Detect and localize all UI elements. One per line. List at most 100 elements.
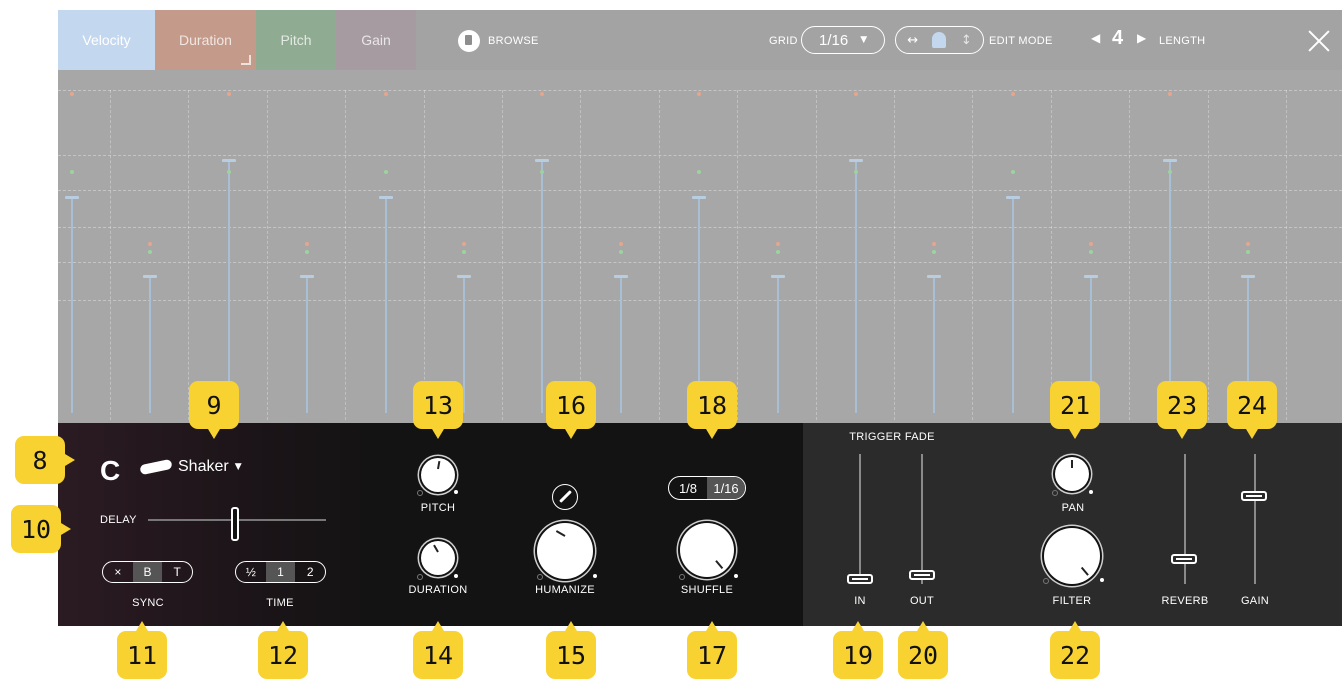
velocity-bar-handle[interactable] — [300, 275, 315, 278]
velocity-bar-handle[interactable] — [849, 159, 863, 162]
pencil-icon[interactable] — [552, 484, 578, 510]
velocity-bar-handle[interactable] — [221, 159, 236, 162]
knob-max-mark — [734, 574, 738, 578]
grid-line — [1129, 90, 1131, 420]
pitch-dot — [618, 250, 623, 254]
tab-duration-label: Duration — [179, 32, 232, 48]
grid-line — [1050, 90, 1052, 420]
humanize-knob[interactable] — [537, 523, 593, 579]
tab-velocity[interactable]: Velocity — [58, 10, 155, 70]
vertical-arrows-icon[interactable]: ↕ — [961, 33, 972, 48]
grid-line — [815, 90, 817, 420]
browse-button[interactable]: BROWSE — [458, 30, 539, 52]
step-editor: Velocity Duration Pitch Gain BROWSE GRID… — [58, 10, 1342, 626]
velocity-bar-handle[interactable] — [613, 275, 628, 278]
fade-in-handle[interactable] — [847, 574, 873, 584]
tab-gain[interactable]: Gain — [336, 10, 416, 70]
velocity-bar-handle[interactable] — [692, 196, 707, 199]
time-label: TIME — [266, 597, 294, 609]
velocity-bar[interactable] — [227, 160, 230, 413]
velocity-bar[interactable] — [855, 160, 857, 413]
velocity-bar[interactable] — [776, 276, 779, 413]
time-option-half[interactable]: ½ — [236, 562, 266, 582]
shuffle-option-1-16[interactable]: 1/16 — [707, 477, 745, 499]
length-increase-icon[interactable]: ▶ — [1137, 31, 1146, 45]
duration-dot — [854, 92, 858, 96]
duration-knob[interactable] — [421, 541, 455, 575]
pitch-dot — [775, 250, 780, 254]
length-decrease-icon[interactable]: ◀ — [1091, 31, 1100, 45]
velocity-bar[interactable] — [306, 276, 309, 413]
knob-min-mark — [417, 490, 423, 496]
grid-line — [737, 90, 739, 420]
sync-selector: × B T — [102, 561, 193, 583]
reverb-track[interactable] — [1184, 454, 1186, 584]
knob-indicator — [433, 544, 439, 553]
knob-max-mark — [1089, 490, 1093, 494]
fade-out-track[interactable] — [921, 454, 923, 584]
grid-line — [110, 90, 111, 420]
close-icon[interactable] — [1308, 30, 1330, 52]
shaker-icon — [139, 458, 173, 476]
duration-dot — [1089, 242, 1094, 246]
velocity-bar[interactable] — [384, 197, 387, 413]
duration-label: DURATION — [408, 584, 468, 596]
pitch-dot — [148, 250, 153, 254]
instrument-select[interactable]: Shaker ▼ — [139, 458, 242, 476]
shuffle-knob[interactable] — [680, 523, 734, 577]
velocity-bar[interactable] — [149, 276, 152, 413]
callout-14: 14 — [413, 621, 463, 679]
callout-17: 17 — [687, 621, 737, 679]
callout-18: 18 — [687, 381, 737, 439]
velocity-bar[interactable] — [541, 160, 544, 413]
velocity-bar-handle[interactable] — [927, 275, 942, 278]
velocity-bar-handle[interactable] — [1005, 196, 1020, 199]
duration-dot — [697, 92, 702, 96]
sync-option-t[interactable]: T — [162, 562, 192, 582]
velocity-bar-handle[interactable] — [143, 275, 158, 278]
velocity-bar-handle[interactable] — [1084, 275, 1099, 278]
velocity-bar[interactable] — [463, 276, 465, 413]
time-option-1[interactable]: 1 — [265, 562, 296, 582]
velocity-bar-handle[interactable] — [457, 275, 471, 278]
grid-value: 1/16 — [819, 31, 849, 49]
tab-pitch[interactable]: Pitch — [256, 10, 336, 70]
step-grid[interactable] — [58, 70, 1342, 423]
velocity-bar-handle[interactable] — [1241, 275, 1255, 278]
grid-select[interactable]: 1/16 ▼ — [801, 26, 885, 54]
tab-duration[interactable]: Duration — [155, 10, 256, 70]
pan-knob[interactable] — [1055, 457, 1089, 491]
duration-dot — [226, 92, 231, 96]
gain-handle[interactable] — [1241, 491, 1267, 501]
velocity-bar[interactable] — [619, 276, 622, 413]
velocity-bar[interactable] — [933, 276, 936, 413]
velocity-bar[interactable] — [71, 197, 73, 413]
pitch-knob[interactable] — [421, 458, 455, 492]
velocity-bar-handle[interactable] — [535, 159, 550, 162]
grid-line — [188, 90, 190, 420]
velocity-bar-handle[interactable] — [770, 275, 785, 278]
knob-indicator — [555, 530, 566, 537]
velocity-bar[interactable] — [1011, 197, 1014, 413]
horizontal-arrows-icon[interactable]: ↔ — [907, 33, 918, 48]
velocity-bar-handle[interactable] — [378, 196, 393, 199]
velocity-bar[interactable] — [1168, 160, 1171, 413]
chevron-down-icon: ▼ — [860, 35, 868, 45]
filter-knob[interactable] — [1044, 528, 1100, 584]
reverb-handle[interactable] — [1171, 554, 1197, 564]
gain-track[interactable] — [1254, 454, 1256, 584]
sync-option-off[interactable]: × — [103, 562, 133, 582]
delay-slider-handle[interactable] — [231, 507, 239, 541]
shuffle-option-1-8[interactable]: 1/8 — [669, 477, 707, 499]
fade-in-track[interactable] — [859, 454, 861, 584]
velocity-bar-handle[interactable] — [65, 196, 79, 199]
velocity-bar-handle[interactable] — [1162, 159, 1177, 162]
time-option-2[interactable]: 2 — [295, 562, 325, 582]
magnet-icon[interactable] — [932, 32, 947, 48]
out-label: OUT — [909, 595, 935, 607]
sync-option-b[interactable]: B — [132, 562, 163, 582]
callout-20: 20 — [898, 621, 948, 679]
fade-out-handle[interactable] — [909, 570, 935, 580]
grid-label: GRID — [769, 35, 798, 47]
edit-mode-toggle[interactable]: ↔ ↕ — [895, 26, 984, 54]
